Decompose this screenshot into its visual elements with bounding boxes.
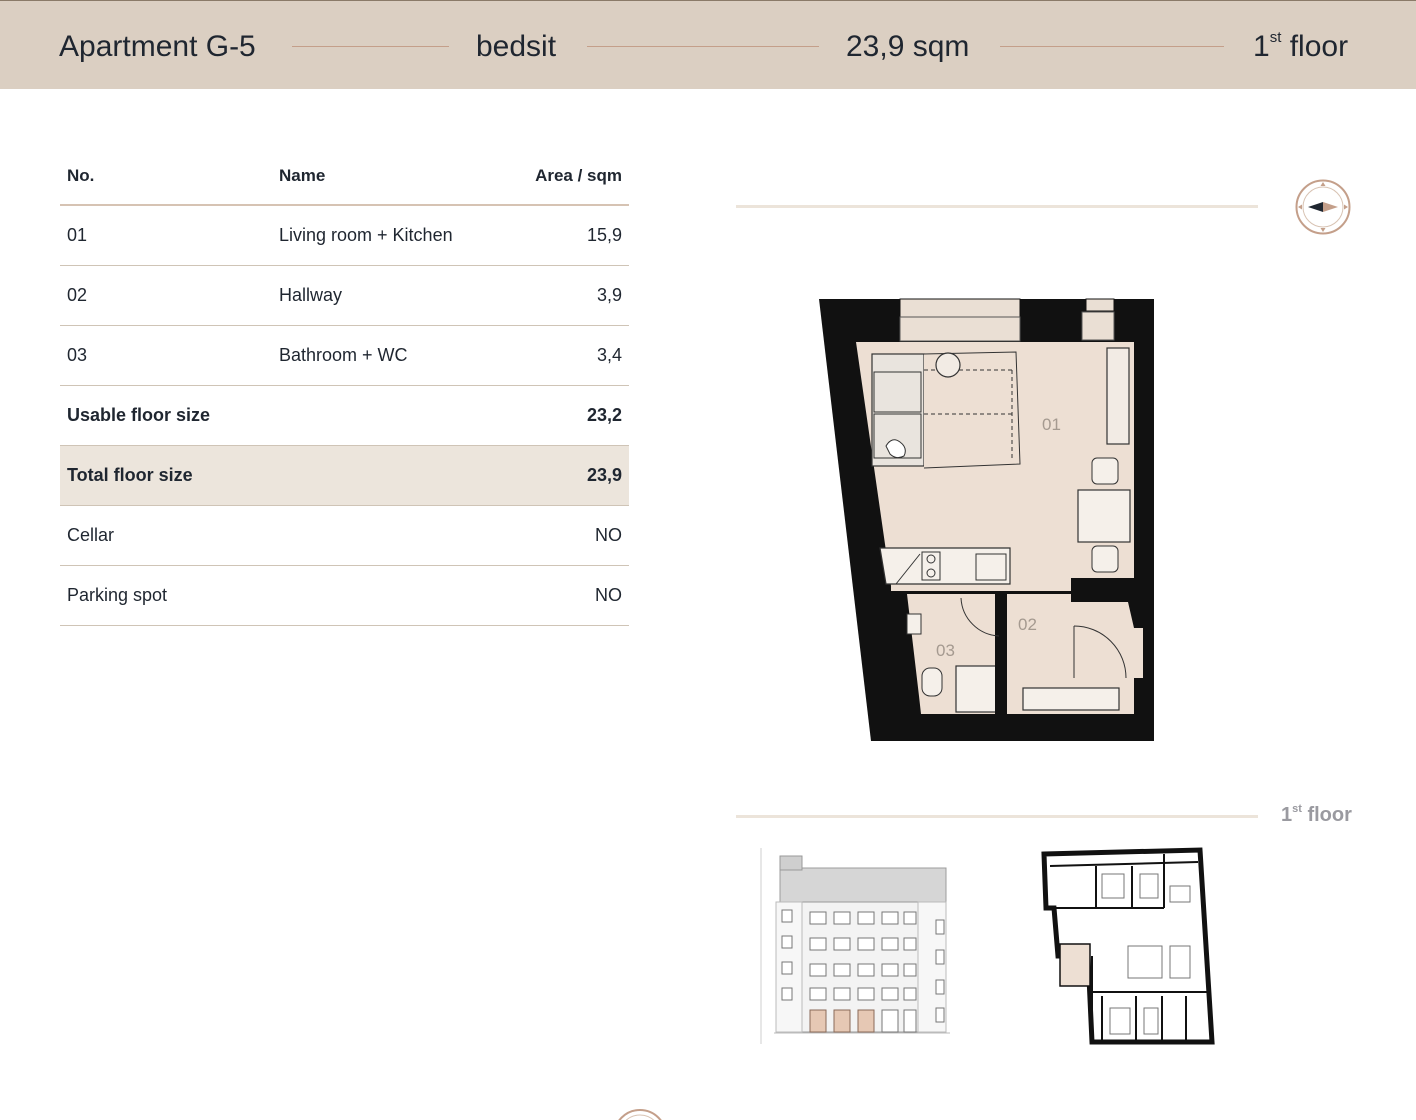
apartment-floor: 1st floor [1253, 29, 1348, 65]
room-area: 3,4 [596, 345, 622, 365]
room-area: 3,9 [596, 285, 622, 305]
usable-floor-label: Usable floor size [67, 405, 211, 425]
apartment-title: Apartment G-5 [59, 30, 256, 63]
floor-overview-plan [1041, 847, 1215, 1045]
floor-divider [736, 815, 1258, 818]
cellar-row: Cellar NO [60, 506, 629, 566]
room-no: 02 [67, 285, 88, 305]
total-floor-value: 23,9 [586, 465, 622, 485]
col-name-header: Name [279, 166, 326, 185]
highlighted-apartment [1059, 943, 1091, 987]
cellar-value: NO [595, 525, 622, 545]
room-no: 01 [67, 225, 88, 245]
header-divider [587, 46, 819, 47]
floor-suffix: st [1269, 29, 1282, 46]
room-no: 03 [67, 345, 88, 365]
cellar-label: Cellar [67, 525, 115, 545]
floor-word: floor [1289, 30, 1349, 63]
room-name: Bathroom + WC [279, 345, 408, 365]
parking-row: Parking spot NO [60, 566, 629, 626]
apartment-area: 23,9 sqm [846, 30, 970, 63]
room-02-label: 02 [1018, 615, 1037, 634]
table-header: No. Name Area / sqm [60, 148, 629, 206]
floor-number: 1 [1253, 30, 1270, 63]
room-area: 15,9 [586, 225, 622, 245]
parking-label: Parking spot [67, 585, 168, 605]
room-name: Living room + Kitchen [279, 225, 453, 245]
floor-caption: 1st floor [1281, 804, 1352, 827]
floor-caption-word: floor [1307, 804, 1352, 826]
col-no-header: No. [67, 166, 95, 185]
floor-plan: 01 02 03 [819, 298, 1154, 741]
room-03-label: 03 [936, 641, 955, 660]
parking-value: NO [595, 585, 622, 605]
total-floor-row: Total floor size 23,9 [60, 446, 629, 506]
total-floor-label: Total floor size [67, 465, 193, 485]
floor-caption-number: 1 [1281, 804, 1293, 826]
table-row: 03 Bathroom + WC 3,4 [60, 326, 629, 386]
usable-floor-value: 23,2 [586, 405, 622, 425]
usable-floor-row: Usable floor size 23,2 [60, 386, 629, 446]
table-row: 01 Living room + Kitchen 15,9 [60, 206, 629, 266]
header-divider [292, 46, 449, 47]
header-band: Apartment G-5 bedsit 23,9 sqm 1st floor [0, 0, 1416, 89]
floor-caption-suffix: st [1292, 803, 1302, 815]
col-area-header: Area / sqm [535, 166, 622, 185]
header-divider [1000, 46, 1224, 47]
bottom-seal-icon [618, 1109, 662, 1120]
apartment-type: bedsit [476, 30, 557, 63]
plan-top-divider [736, 205, 1258, 208]
building-facade-image [760, 846, 952, 1046]
room-table: No. Name Area / sqm 01 Living room + Kit… [60, 148, 629, 626]
room-01-label: 01 [1042, 415, 1061, 434]
room-name: Hallway [279, 285, 343, 305]
table-row: 02 Hallway 3,9 [60, 266, 629, 326]
compass-icon [1295, 179, 1351, 235]
